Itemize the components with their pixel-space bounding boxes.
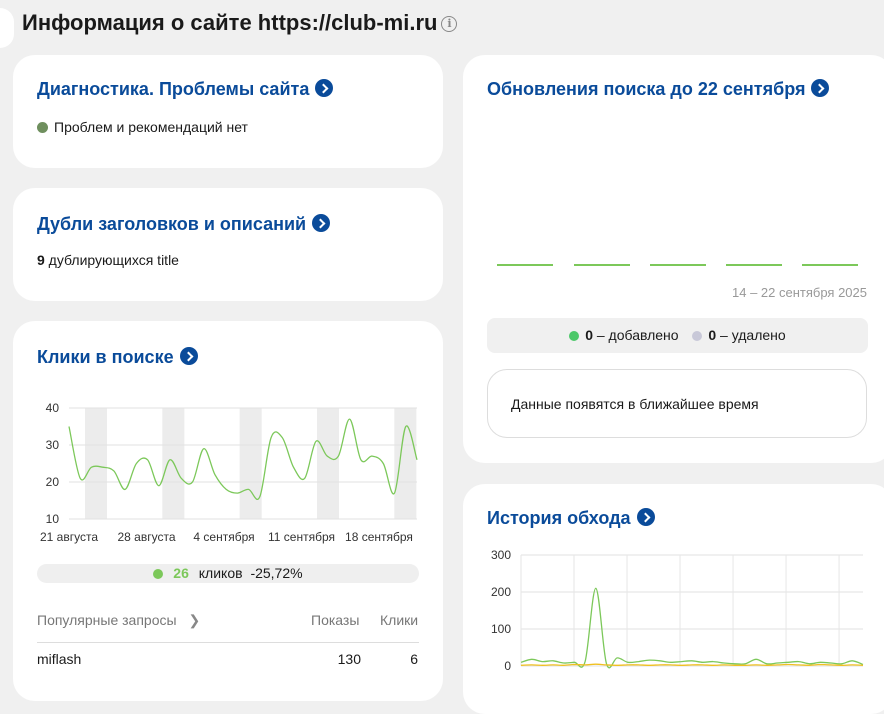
y-tick-label: 10 — [46, 512, 60, 526]
search-updates-title-text: Обновления поиска до 22 сентября — [487, 79, 806, 99]
updates-legend: 0 – добавлено 0 – удалено — [487, 318, 868, 353]
chevron-right-icon[interactable] — [315, 79, 334, 97]
duplicates-title-text: Дубли заголовков и описаний — [37, 214, 307, 234]
chevron-right-icon[interactable] — [312, 214, 331, 232]
weekend-band — [239, 408, 262, 519]
x-tick-label: 21 августа — [40, 530, 98, 544]
diagnostics-title[interactable]: Диагностика. Проблемы сайта — [37, 79, 334, 100]
chevron-right-icon: ❯ — [188, 612, 201, 628]
added-count: 0 — [585, 327, 593, 343]
duplicates-text: дублирующихся title — [44, 252, 179, 268]
chevron-right-icon[interactable] — [811, 79, 830, 97]
duplicates-card: Дубли заголовков и описаний 9 дублирующи… — [13, 188, 443, 301]
table-divider — [37, 642, 419, 643]
clicks-card: Клики в поиске 40 30 20 10 21 августа 28 авгу… — [13, 321, 443, 701]
drag-handle[interactable]: ⠿ — [0, 8, 14, 48]
page-title: Информация о сайте https://club-mi.ru i — [22, 10, 458, 36]
y-tick-label: 20 — [46, 475, 60, 489]
chevron-right-icon[interactable] — [636, 508, 655, 526]
x-tick-label: 18 сентября — [345, 530, 413, 544]
updates-date-range: 14 – 22 сентября 2025 — [732, 285, 867, 300]
crawl-chart: 300 200 100 0 — [491, 548, 864, 673]
diagnostics-card: Диагностика. Проблемы сайта Проблем и ре… — [13, 55, 443, 168]
y-tick-label: 300 — [491, 548, 511, 562]
clicks-summary: 26 кликов -25,72% — [37, 564, 419, 583]
x-tick-label: 28 августа — [117, 530, 175, 544]
clicks-legend-dot — [153, 569, 164, 579]
updates-notice: Данные появятся в ближайшее время — [487, 369, 867, 438]
clicks-title[interactable]: Клики в поиске — [37, 347, 198, 368]
clicks-chart: 40 30 20 10 21 августа 28 августа 4 сентября 11… — [40, 401, 418, 544]
popular-queries-label: Популярные запросы — [37, 612, 177, 628]
weekend-band — [85, 408, 107, 519]
status-ok-icon — [37, 122, 48, 133]
placeholder-bar — [726, 264, 782, 266]
search-updates-card: Обновления поиска до 22 сентября 14 – 22… — [463, 55, 884, 463]
weekend-band — [317, 408, 339, 519]
table-row[interactable]: miflash 130 6 — [37, 651, 419, 667]
query-shows: 130 — [337, 651, 361, 667]
removed-label: – удалено — [716, 327, 786, 343]
col-shows: Показы — [311, 612, 360, 628]
x-tick-label: 4 сентября — [193, 530, 254, 544]
crawl-history-title-text: История обхода — [487, 508, 631, 528]
placeholder-bar — [497, 264, 553, 266]
added-label: – добавлено — [592, 327, 679, 343]
chevron-right-icon[interactable] — [179, 347, 198, 365]
clicks-title-text: Клики в поиске — [37, 347, 174, 367]
updates-notice-text: Данные появятся в ближайшее время — [511, 396, 759, 412]
placeholder-bar — [574, 264, 630, 266]
crawl-line-green — [520, 587, 864, 669]
queries-header: Популярные запросы ❯ Показы Клики — [37, 612, 419, 629]
updates-placeholder-bars — [497, 264, 859, 266]
duplicates-count: 9 — [37, 252, 45, 268]
crawl-history-title[interactable]: История обхода — [487, 508, 655, 529]
col-clicks: Клики — [380, 612, 419, 628]
duplicates-title[interactable]: Дубли заголовков и описаний — [37, 214, 331, 235]
clicks-count: 26 — [173, 565, 189, 581]
y-tick-label: 40 — [46, 401, 60, 415]
search-updates-title[interactable]: Обновления поиска до 22 сентября — [487, 79, 830, 100]
weekend-band — [394, 408, 417, 519]
y-tick-label: 200 — [491, 585, 511, 599]
y-tick-label: 30 — [46, 438, 60, 452]
added-dot — [569, 331, 580, 341]
diagnostics-status: Проблем и рекомендаций нет — [37, 119, 248, 135]
duplicates-summary: 9 дублирующихся title — [37, 252, 179, 268]
diagnostics-title-text: Диагностика. Проблемы сайта — [37, 79, 310, 99]
x-tick-label: 11 сентября — [268, 530, 335, 544]
placeholder-bar — [650, 264, 706, 266]
clicks-label: кликов — [198, 565, 243, 581]
removed-dot — [692, 331, 703, 341]
y-tick-label: 100 — [491, 622, 511, 636]
popular-queries-link[interactable]: Популярные запросы ❯ — [37, 612, 200, 628]
query-text: miflash — [37, 651, 82, 667]
info-icon[interactable]: i — [441, 16, 458, 32]
query-clicks: 6 — [410, 651, 418, 667]
placeholder-bar — [802, 264, 858, 266]
y-tick-label: 0 — [504, 659, 511, 673]
removed-count: 0 — [708, 327, 717, 343]
page-title-text: Информация о сайте https://club-mi.ru — [22, 10, 438, 35]
crawl-line-yellow — [520, 663, 864, 666]
clicks-change: -25,72% — [250, 565, 303, 581]
diagnostics-status-text: Проблем и рекомендаций нет — [54, 119, 248, 135]
